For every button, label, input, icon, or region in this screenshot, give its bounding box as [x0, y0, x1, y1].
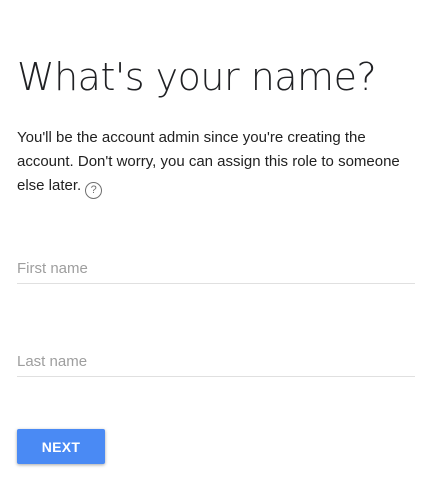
description-label: You'll be the account admin since you're… [17, 129, 400, 194]
help-icon[interactable]: ? [85, 182, 103, 199]
description-text: You'll be the account admin since you're… [17, 126, 409, 199]
next-button[interactable]: NEXT [17, 429, 105, 464]
first-name-input[interactable] [17, 253, 415, 284]
last-name-input[interactable] [17, 346, 415, 377]
page-title: What's your name? [17, 55, 377, 99]
